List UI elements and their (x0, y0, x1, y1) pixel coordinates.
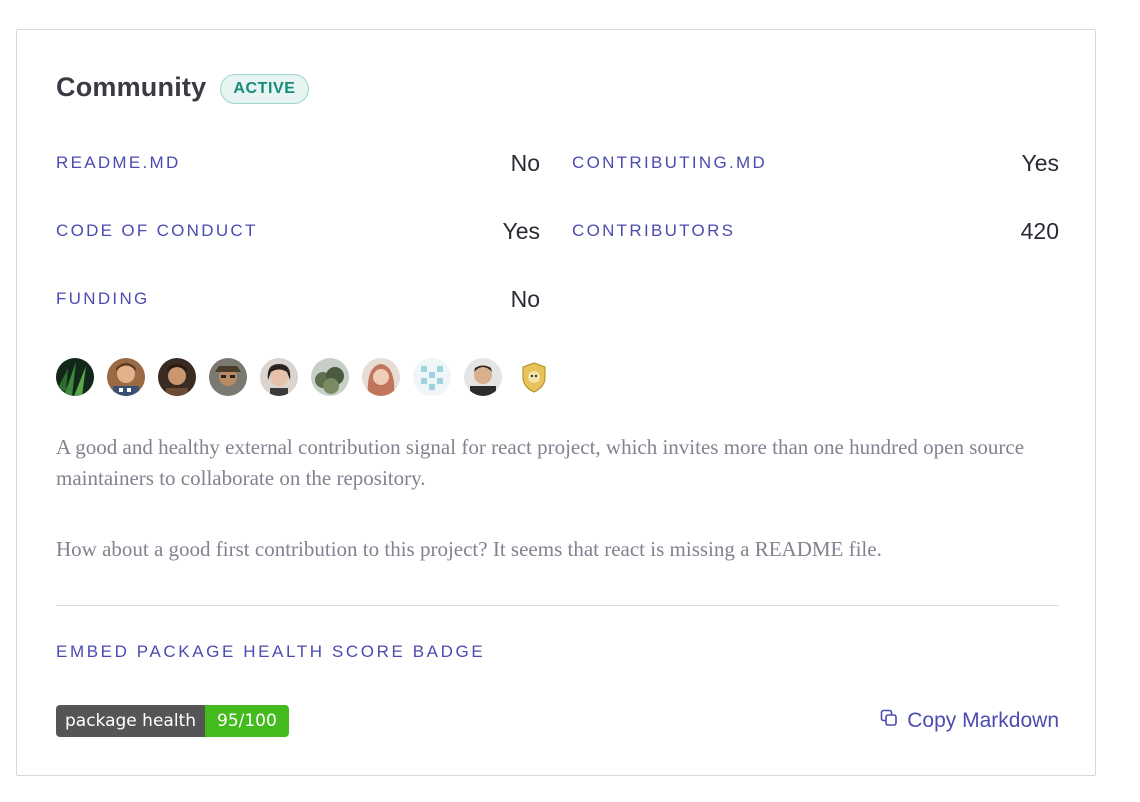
stat-code-of-conduct: CODE OF CONDUCT Yes (56, 216, 540, 246)
stat-readme: README.MD No (56, 148, 540, 178)
copy-markdown-label: Copy Markdown (907, 709, 1059, 732)
stat-value: No (510, 149, 540, 176)
avatar[interactable] (413, 358, 451, 396)
stat-contributors: CONTRIBUTORS 420 (572, 216, 1059, 246)
health-score-badge: package health 95/100 (56, 705, 289, 737)
stat-label: CONTRIBUTORS (572, 221, 736, 240)
divider (56, 605, 1059, 606)
avatar[interactable] (362, 358, 400, 396)
stat-value: 420 (1020, 217, 1059, 244)
avatar[interactable] (158, 358, 196, 396)
card-header: Community ACTIVE (56, 70, 309, 104)
avatar[interactable] (464, 358, 502, 396)
contributor-avatars (56, 358, 553, 396)
badge-section-title: EMBED PACKAGE HEALTH SCORE BADGE (56, 642, 486, 661)
community-card: Community ACTIVE README.MD No CONTRIBUTI… (16, 29, 1096, 776)
stat-label: CODE OF CONDUCT (56, 221, 258, 240)
avatar[interactable] (209, 358, 247, 396)
copy-icon (879, 708, 899, 734)
avatar[interactable] (515, 358, 553, 396)
avatar[interactable] (107, 358, 145, 396)
stat-label: CONTRIBUTING.MD (572, 153, 768, 172)
community-description: A good and healthy external contribution… (56, 435, 1025, 490)
stat-contributing: CONTRIBUTING.MD Yes (572, 148, 1059, 178)
badge-value: 95/100 (205, 705, 289, 737)
avatar[interactable] (56, 358, 94, 396)
community-suggestion: How about a good first contribution to t… (56, 537, 882, 561)
stat-label: README.MD (56, 153, 181, 172)
stat-label: FUNDING (56, 289, 150, 308)
avatar[interactable] (311, 358, 349, 396)
stat-value: No (510, 285, 540, 312)
badge-label: package health (56, 705, 205, 737)
avatar[interactable] (260, 358, 298, 396)
stat-value: Yes (1021, 149, 1059, 176)
stat-funding: FUNDING No (56, 284, 540, 314)
status-badge: ACTIVE (220, 74, 309, 104)
copy-markdown-button[interactable]: Copy Markdown (879, 705, 1059, 737)
stat-value: Yes (502, 217, 540, 244)
page-title: Community (56, 71, 207, 102)
